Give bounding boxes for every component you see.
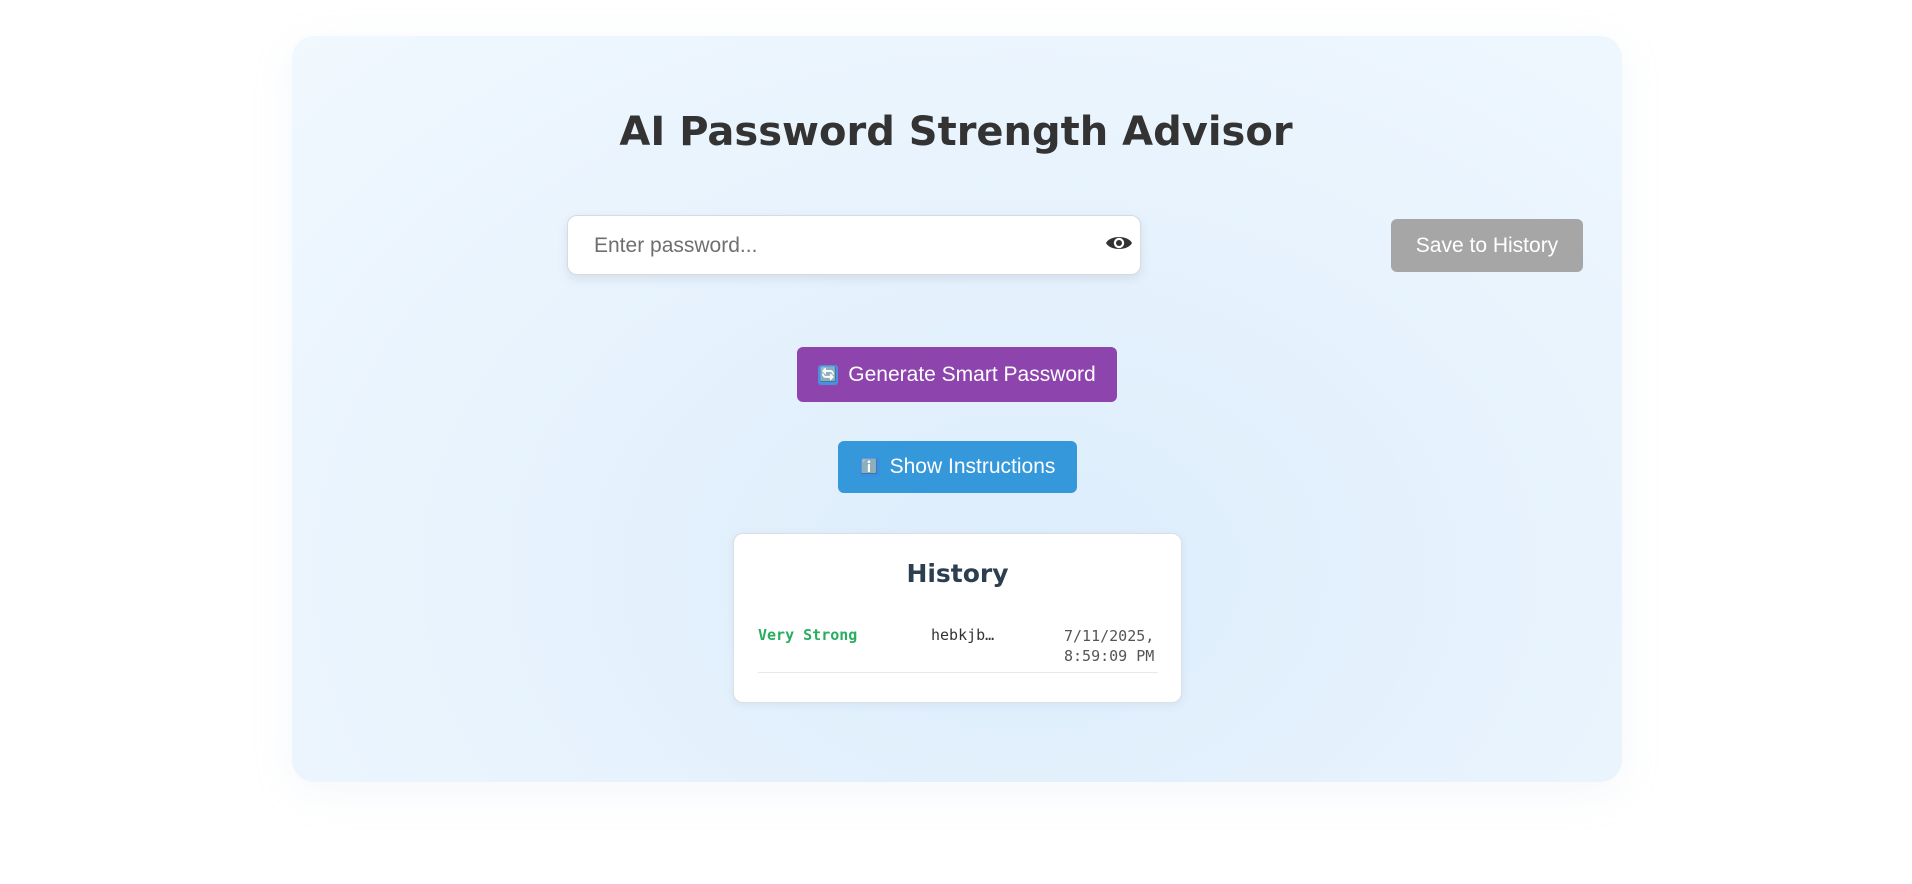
history-panel: History Very Strong hebkjb… 7/11/2025, 8… [733, 533, 1182, 703]
history-time: 8:59:09 PM [1064, 647, 1155, 665]
instructions-button-label: Show Instructions [889, 455, 1056, 478]
history-password: hebkjb… [931, 626, 995, 644]
page-title: AI Password Strength Advisor [619, 109, 1293, 155]
show-instructions-button[interactable]: ℹ️ Show Instructions [838, 441, 1077, 493]
generate-button-label: Generate Smart Password [848, 362, 1096, 386]
info-icon: ℹ️ [859, 457, 880, 477]
history-timestamp: 7/11/2025, 8:59:09 PM [1064, 626, 1164, 666]
generate-password-button[interactable]: 🔄 Generate Smart Password [797, 347, 1117, 402]
save-button-label: Save to History [1415, 233, 1559, 257]
refresh-icon: 🔄 [818, 364, 839, 385]
eye-icon[interactable] [1105, 232, 1133, 254]
save-to-history-button[interactable]: Save to History [1391, 219, 1583, 272]
page: AI Password Strength Advisor Save to His… [0, 0, 1912, 884]
history-date: 7/11/2025, [1064, 627, 1155, 645]
history-title: History [906, 559, 1009, 588]
password-input[interactable] [592, 216, 1076, 276]
password-field-container [567, 215, 1141, 276]
history-entry: Very Strong hebkjb… 7/11/2025, 8:59:09 P… [758, 626, 1158, 673]
history-strength: Very Strong [758, 626, 858, 644]
